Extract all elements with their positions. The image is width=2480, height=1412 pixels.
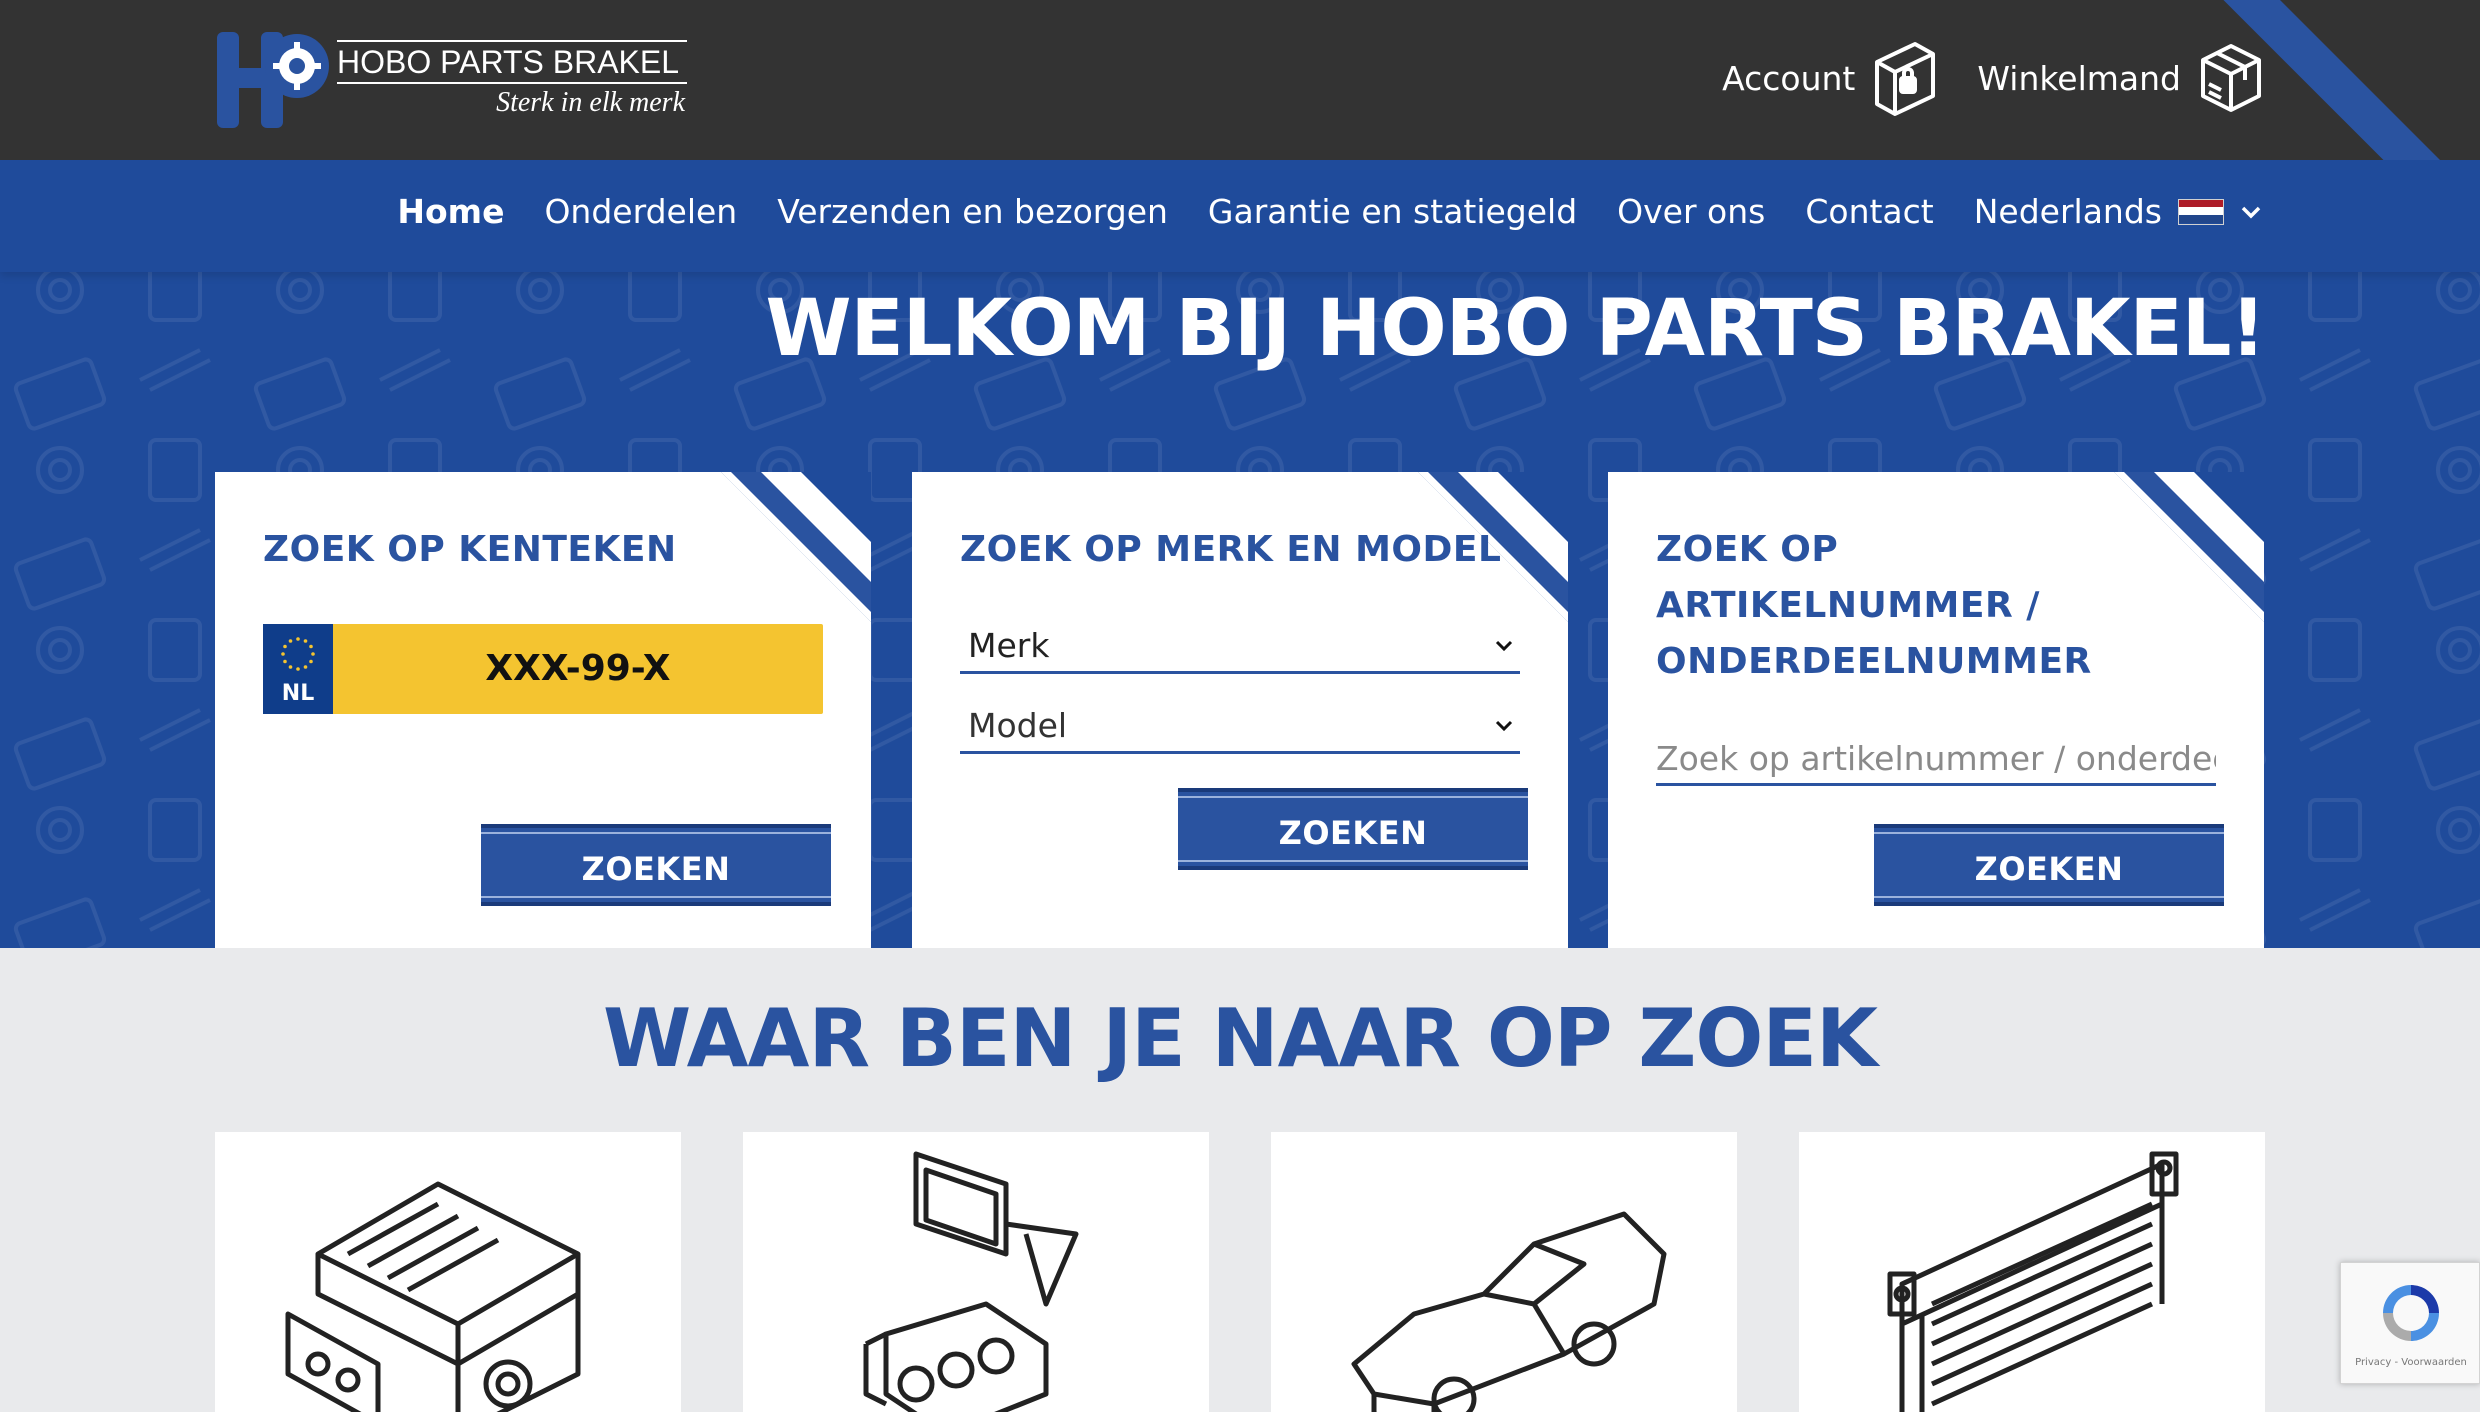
- nav-onderdelen[interactable]: Onderdelen: [544, 192, 737, 231]
- recaptcha-text: Privacy - Voorwaarden: [2355, 1357, 2467, 1368]
- top-bar: HOBO PARTS BRAKEL Sterk in elk merk Acco…: [0, 0, 2480, 160]
- nav-verzenden[interactable]: Verzenden en bezorgen: [777, 192, 1168, 231]
- engine-icon: [285, 1181, 581, 1412]
- car-body-icon: [1351, 1211, 1667, 1412]
- category-tile-engine[interactable]: [215, 1132, 681, 1412]
- mirror-and-cylinder-head-icon: [863, 1151, 1079, 1412]
- categories-heading: WAAR BEN JE NAAR OP ZOEK: [602, 992, 1878, 1085]
- dutch-flag-icon: [2178, 198, 2224, 225]
- logo-rule: [337, 82, 687, 84]
- plate-value: XXX-99-X: [485, 648, 671, 689]
- recaptcha-icon: [2383, 1285, 2439, 1341]
- model-select[interactable]: Model: [960, 700, 1520, 754]
- cart-label: Winkelmand: [1977, 58, 2181, 98]
- article-search-title: ZOEK OP ARTIKELNUMMER / ONDERDEELNUMMER: [1656, 522, 2092, 690]
- eu-stars-icon: [281, 637, 315, 671]
- header-links: Account Winkelmand: [1722, 38, 2265, 118]
- card-ribbon: [2114, 472, 2264, 622]
- article-title-line-3: ONDERDEELNUMMER: [1656, 641, 2092, 682]
- category-tile-radiator[interactable]: [1799, 1132, 2265, 1412]
- article-search-card: ZOEK OP ARTIKELNUMMER / ONDERDEELNUMMER …: [1608, 472, 2264, 948]
- category-tile-car-body[interactable]: [1271, 1132, 1737, 1412]
- language-selector[interactable]: Nederlands: [1974, 192, 2262, 231]
- cart-link[interactable]: Winkelmand: [1977, 38, 2265, 118]
- plate-search-card: ZOEK OP KENTEKEN NL XXX-99-X ZOEKEN: [215, 472, 871, 948]
- hero-section: Home Onderdelen Verzenden en bezorgen Ga…: [0, 160, 2480, 948]
- license-plate-input[interactable]: NL XXX-99-X: [263, 624, 823, 714]
- main-navigation: Home Onderdelen Verzenden en bezorgen Ga…: [0, 160, 2480, 272]
- logo-rule-top: [337, 40, 687, 42]
- category-tile-mirror[interactable]: [743, 1132, 1209, 1412]
- categories-section: WAAR BEN JE NAAR OP ZOEK: [0, 948, 2480, 1412]
- brand-select-value: Merk: [968, 626, 1050, 665]
- chevron-down-icon: [1495, 640, 1513, 652]
- language-label: Nederlands: [1973, 192, 2162, 231]
- nav-garantie[interactable]: Garantie en statiegeld: [1208, 192, 1577, 231]
- card-ribbon: [721, 472, 871, 622]
- account-link[interactable]: Account: [1722, 38, 1939, 118]
- eu-country-badge: NL: [263, 624, 333, 714]
- brand-select[interactable]: Merk: [960, 620, 1520, 674]
- plate-search-title: ZOEK OP KENTEKEN: [263, 529, 677, 570]
- brand-model-search-button[interactable]: ZOEKEN: [1178, 788, 1528, 870]
- site-logo[interactable]: HOBO PARTS BRAKEL Sterk in elk merk: [215, 30, 687, 130]
- chevron-down-icon: [1495, 720, 1513, 732]
- recaptcha-badge[interactable]: Privacy - Voorwaarden: [2340, 1262, 2480, 1384]
- article-search-button[interactable]: ZOEKEN: [1874, 824, 2224, 906]
- nav-home[interactable]: Home: [397, 192, 504, 231]
- account-label: Account: [1722, 58, 1856, 98]
- model-select-value: Model: [968, 706, 1068, 745]
- brand-model-search-card: ZOEK OP MERK EN MODEL Merk Model ZOEKEN: [912, 472, 1568, 948]
- article-number-input[interactable]: [1656, 734, 2216, 786]
- brand-model-title: ZOEK OP MERK EN MODEL: [960, 529, 1502, 570]
- plate-search-button[interactable]: ZOEKEN: [481, 824, 831, 906]
- nav-over-ons[interactable]: Over ons: [1617, 192, 1765, 231]
- chevron-down-icon: [2241, 206, 2261, 218]
- logo-tagline: Sterk in elk merk: [496, 87, 685, 118]
- nav-contact[interactable]: Contact: [1805, 192, 1933, 231]
- article-title-line-1: ZOEK OP: [1656, 529, 1839, 570]
- lock-icon: [1875, 42, 1936, 116]
- country-code: NL: [281, 681, 315, 706]
- radiator-icon: [1887, 1151, 2179, 1412]
- article-title-line-2: ARTIKELNUMMER /: [1656, 585, 2040, 626]
- logo-title: HOBO PARTS BRAKEL: [337, 44, 680, 80]
- box-icon: [2201, 44, 2261, 112]
- hobo-logo-icon: [217, 32, 329, 128]
- welcome-heading: WELKOM BIJ HOBO PARTS BRAKEL!: [765, 284, 2266, 374]
